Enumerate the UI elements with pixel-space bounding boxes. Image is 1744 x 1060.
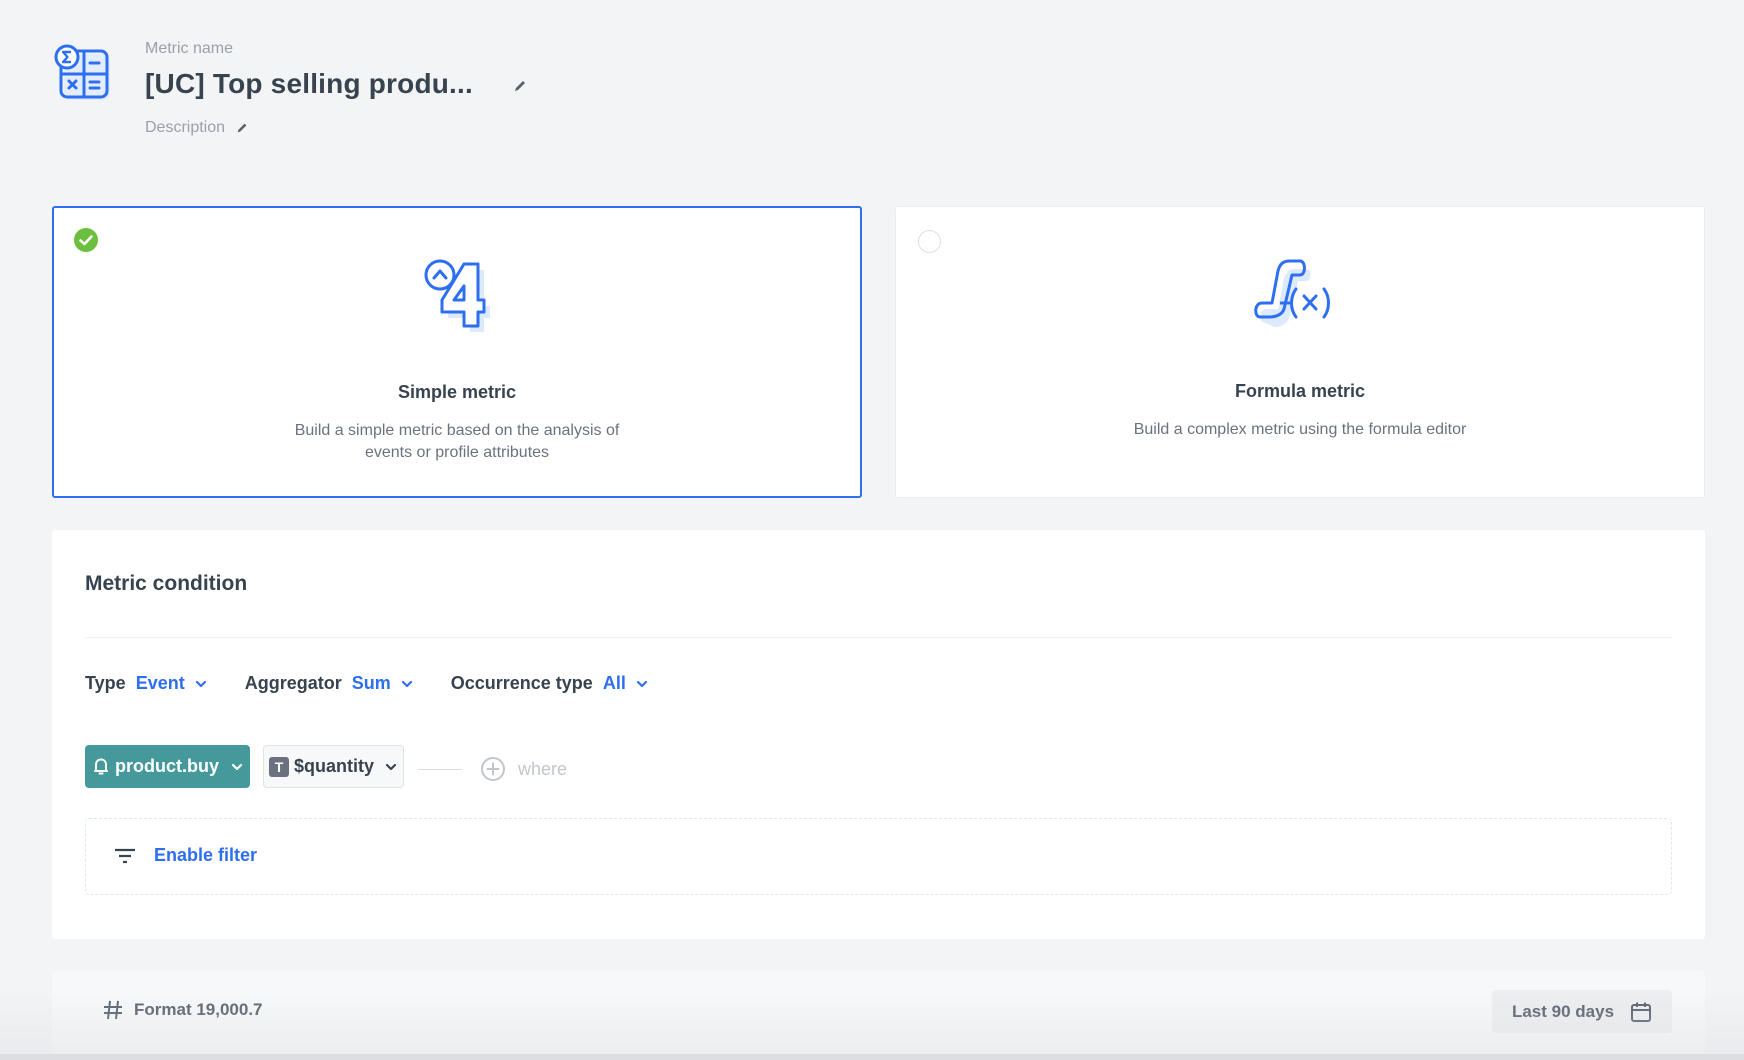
preview-bar: Format 19,000.7 Last 90 days <box>52 971 1705 1060</box>
radio-unchecked-icon[interactable] <box>918 230 941 253</box>
metric-condition-title: Metric condition <box>85 572 248 595</box>
enable-filter-label: Enable filter <box>154 845 258 865</box>
occurrence-type-label: Occurrence type <box>450 673 593 693</box>
date-range-button[interactable]: Last 90 days <box>1492 990 1672 1033</box>
chevron-down-icon <box>636 680 647 687</box>
parameter-name: $quantity <box>294 756 375 776</box>
condition-selectors: Type Event Aggregator Sum Occurrence typ… <box>85 673 686 694</box>
metric-title[interactable]: [UC] Top selling produ... <box>145 68 473 100</box>
formula-fx-icon <box>1254 259 1330 327</box>
divider <box>85 637 1672 638</box>
occurrence-type-dropdown[interactable]: All <box>603 673 648 694</box>
chevron-down-icon <box>385 763 397 770</box>
occurrence-type-value: All <box>602 673 626 693</box>
pencil-icon <box>237 123 247 133</box>
chevron-down-icon <box>401 680 412 687</box>
enable-filter-button[interactable]: Enable filter <box>114 845 257 866</box>
simple-metric-description: Build a simple metric based on the analy… <box>294 422 620 461</box>
pencil-icon[interactable] <box>512 78 528 94</box>
aggregator-dropdown[interactable]: Sum <box>352 673 413 694</box>
date-range-label: Last 90 days <box>1511 1001 1615 1021</box>
format-label: Format 19,000.7 <box>134 1000 263 1019</box>
formula-metric-description: Build a complex metric using the formula… <box>1133 421 1467 438</box>
aggregator-value: Sum <box>351 673 391 693</box>
hash-icon <box>104 1000 122 1020</box>
add-where-button[interactable]: where <box>480 756 567 782</box>
type-value: Event <box>135 673 185 693</box>
bell-icon <box>94 758 108 774</box>
parameter-dropdown[interactable]: T $quantity <box>263 745 404 788</box>
where-label: where <box>518 758 568 779</box>
type-selector: Type Event <box>85 673 207 694</box>
type-label: Type <box>85 673 126 693</box>
metric-condition-card: Metric condition Type Event Aggregator S… <box>52 530 1705 939</box>
aggregator-selector: Aggregator Sum <box>245 673 413 694</box>
connector-line <box>418 769 462 770</box>
text-type-icon: T <box>269 756 289 777</box>
filter-area: Enable filter <box>85 818 1672 895</box>
description-field[interactable]: Description <box>145 119 249 137</box>
event-name: product.buy <box>115 756 219 776</box>
type-dropdown[interactable]: Event <box>136 673 207 694</box>
event-dropdown[interactable]: product.buy <box>85 745 250 788</box>
calendar-icon <box>1631 1002 1652 1022</box>
simple-metric-card[interactable]: Simple metric Build a simple metric base… <box>52 206 862 498</box>
bottom-edge <box>0 1054 1744 1060</box>
chevron-down-icon <box>195 680 206 687</box>
simple-metric-title: Simple metric <box>397 382 517 402</box>
description-label: Description <box>145 119 226 136</box>
simple-metric-number-icon <box>424 259 490 332</box>
formula-metric-card[interactable]: Formula metric Build a complex metric us… <box>895 206 1705 498</box>
chevron-down-icon <box>231 763 243 770</box>
check-circle-icon <box>74 228 98 252</box>
format-button[interactable]: Format 19,000.7 <box>102 999 263 1021</box>
occurrence-type-selector: Occurrence type All <box>451 673 648 694</box>
formula-metric-title: Formula metric <box>1234 381 1366 401</box>
aggregator-label: Aggregator <box>244 673 342 693</box>
calculator-icon <box>54 44 112 104</box>
filter-icon <box>115 848 135 863</box>
metric-name-label: Metric name <box>145 40 234 57</box>
plus-circle-icon <box>481 757 505 781</box>
